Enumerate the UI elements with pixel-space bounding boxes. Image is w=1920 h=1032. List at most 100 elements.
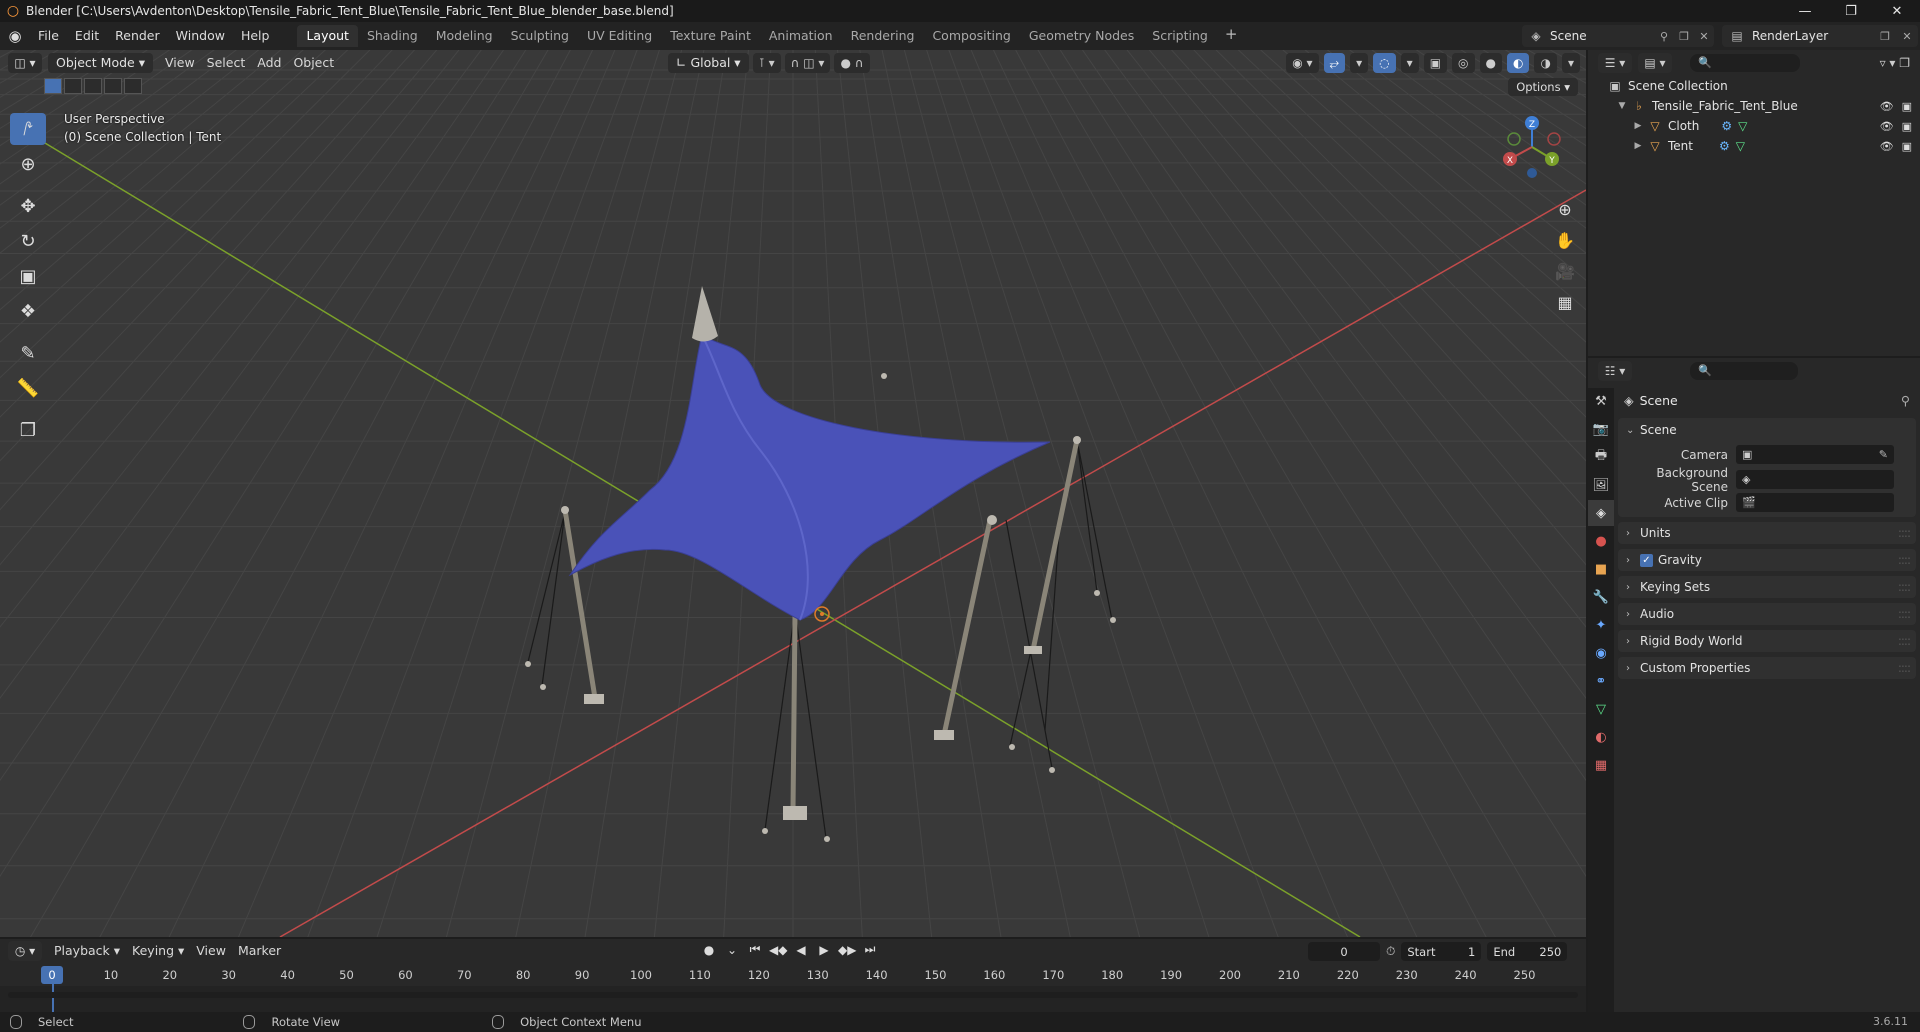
solid-shading-icon[interactable]: ● (1479, 53, 1502, 73)
mesh-data-icon[interactable]: ▽ (1738, 119, 1747, 133)
editor-type-button[interactable]: ◫ ▾ (8, 53, 42, 73)
playhead-frame-label[interactable]: 0 (41, 966, 63, 984)
xray-icon[interactable]: ▣ (1423, 53, 1448, 73)
snap-icon[interactable]: ∩ ◫ ▾ (784, 53, 831, 73)
gizmo-neg-y-icon[interactable] (1507, 132, 1521, 146)
jump-end-icon[interactable]: ⏭ (861, 942, 879, 957)
output-tab-icon[interactable]: 🖶 (1588, 444, 1614, 470)
play-icon[interactable]: ▶ (815, 943, 833, 957)
select-extend-mode-icon[interactable] (64, 78, 82, 94)
tab-modeling[interactable]: Modeling (427, 25, 502, 47)
navigation-gizmo[interactable]: Z X Y (1500, 115, 1564, 179)
audio-panel[interactable]: › Audio:::: (1618, 603, 1916, 625)
tab-scripting[interactable]: Scripting (1143, 25, 1217, 47)
close-button[interactable]: ✕ (1874, 0, 1920, 22)
object-tab-icon[interactable]: ■ (1588, 556, 1614, 582)
gravity-panel[interactable]: › ✓ Gravity:::: (1618, 549, 1916, 571)
pin-icon[interactable]: ⚲ (1901, 393, 1910, 408)
select-box-tool-icon[interactable]: ⭚ (10, 113, 46, 145)
particles-tab-icon[interactable]: ✦ (1588, 612, 1614, 638)
select-invert-mode-icon[interactable] (104, 78, 122, 94)
timeline-menu-keying[interactable]: Keying ▾ (126, 941, 190, 961)
rigid-body-world-panel[interactable]: › Rigid Body World:::: (1618, 630, 1916, 652)
camera-render-icon[interactable]: ▣ (1902, 120, 1912, 133)
wrench-icon[interactable]: ⚙ (1719, 139, 1730, 153)
cursor-tool-icon[interactable]: ⊕ (10, 148, 46, 180)
background-scene-field[interactable]: ◈ (1736, 470, 1894, 489)
gizmo-toggle-icon[interactable]: ⥂ (1323, 53, 1346, 73)
world-tab-icon[interactable]: ● (1588, 528, 1614, 554)
current-frame-field[interactable]: 0 (1308, 942, 1380, 961)
viewport-scene[interactable] (0, 50, 1586, 937)
material-tab-icon[interactable]: ◐ (1588, 724, 1614, 750)
gravity-checkbox[interactable]: ✓ (1640, 553, 1653, 567)
tab-layout[interactable]: Layout (297, 25, 358, 47)
timeline-menu-marker[interactable]: Marker (232, 941, 287, 961)
texture-tab-icon[interactable]: ▦ (1588, 752, 1614, 778)
display-mode-icon[interactable]: ▤ ▾ (1638, 53, 1672, 73)
eyedropper-icon[interactable]: ✎ (1879, 448, 1888, 461)
data-tab-icon[interactable]: ▽ (1588, 696, 1614, 722)
playhead[interactable] (52, 984, 54, 1012)
pin-icon[interactable]: ⚲ (1654, 30, 1674, 43)
drag-handle-icon[interactable]: :::: (1898, 580, 1911, 594)
tab-texture-paint[interactable]: Texture Paint (661, 25, 760, 47)
render-layer-name[interactable]: RenderLayer (1752, 29, 1874, 43)
modifiers-tab-icon[interactable]: 🔧 (1588, 584, 1614, 610)
outliner-item-tent[interactable]: ▶ ▽ Tent ⚙ ▽ 👁 ▣ (1588, 136, 1920, 156)
wireframe-shading-icon[interactable]: ◎ (1452, 53, 1475, 73)
outliner-search-input[interactable]: 🔍 (1690, 54, 1800, 72)
clock-icon[interactable]: ⏱ (1386, 944, 1395, 959)
options-button[interactable]: Options ▾ (1508, 78, 1578, 96)
gizmo-neg-z-icon[interactable] (1527, 168, 1537, 178)
outliner-item-collection[interactable]: ▼ ♭ Tensile_Fabric_Tent_Blue 👁 ▣ (1588, 96, 1920, 116)
pivot-icon[interactable]: ⊺ ▾ (752, 53, 781, 73)
next-keyframe-icon[interactable]: ◆▶ (838, 943, 856, 957)
jump-start-icon[interactable]: ⏮ (746, 942, 764, 957)
scene-panel-header[interactable]: ⌄ Scene (1618, 418, 1916, 442)
properties-editor-type-icon[interactable]: ☷ ▾ (1598, 361, 1632, 381)
pan-hand-icon[interactable]: ✋ (1551, 226, 1579, 254)
transform-tool-icon[interactable]: ❖ (10, 295, 46, 327)
outliner-editor-type-icon[interactable]: ☰ ▾ (1598, 53, 1632, 73)
eye-icon[interactable]: 👁 (1880, 140, 1894, 153)
viewport-menu-select[interactable]: Select (201, 53, 252, 73)
scene-selector[interactable]: ◈ Scene ⚲ ❐ ✕ (1522, 25, 1714, 47)
overlays-icon[interactable]: ◌ (1373, 53, 1396, 73)
tab-geometry-nodes[interactable]: Geometry Nodes (1020, 25, 1143, 47)
scene-tab-icon[interactable]: ◈ (1588, 500, 1614, 526)
annotate-tool-icon[interactable]: ✎ (10, 337, 46, 369)
prev-keyframe-icon[interactable]: ◀◆ (769, 943, 787, 957)
drag-handle-icon[interactable]: :::: (1898, 553, 1911, 567)
scene-name[interactable]: Scene (1550, 29, 1654, 43)
drag-handle-icon[interactable]: :::: (1898, 607, 1911, 621)
camera-field[interactable]: ▣ ✎ (1736, 445, 1894, 464)
visibility-icon[interactable]: ◉ ▾ (1286, 53, 1319, 73)
auto-key-record-icon[interactable]: ● (700, 943, 718, 957)
move-tool-icon[interactable]: ✥ (10, 190, 46, 222)
drag-handle-icon[interactable]: :::: (1898, 526, 1911, 540)
maximize-button[interactable]: ❐ (1828, 0, 1874, 22)
timeline-area[interactable] (0, 986, 1586, 1012)
eye-icon[interactable]: 👁 (1880, 120, 1894, 133)
rotate-tool-icon[interactable]: ↻ (10, 225, 46, 257)
end-frame-field[interactable]: End 250 (1487, 942, 1568, 961)
orientation-dropdown[interactable]: ∟ Global ▾ (668, 53, 749, 73)
tab-animation[interactable]: Animation (760, 25, 842, 47)
expand-arrow-icon[interactable]: ▶ (1630, 141, 1646, 151)
custom-properties-panel[interactable]: › Custom Properties:::: (1618, 657, 1916, 679)
timeline-editor-type-icon[interactable]: ◷ ▾ (8, 941, 42, 961)
timeline-menu-view[interactable]: View (190, 941, 232, 961)
overlays-menu-icon[interactable]: ▾ (1400, 53, 1419, 73)
wrench-icon[interactable]: ⚙ (1721, 119, 1732, 133)
camera-render-icon[interactable]: ▣ (1902, 140, 1912, 153)
expand-arrow-icon[interactable]: ▼ (1614, 101, 1630, 111)
mesh-data-icon[interactable]: ▽ (1736, 139, 1745, 153)
frame-ruler[interactable]: 10 20 30 40 50 60 70 80 90 100 110 120 130 140 150 160 1… (0, 965, 1586, 985)
units-panel[interactable]: › Units:::: (1618, 522, 1916, 544)
shading-menu-icon[interactable]: ▾ (1561, 53, 1580, 73)
physics-tab-icon[interactable]: ◉ (1588, 640, 1614, 666)
scale-tool-icon[interactable]: ▣ (10, 260, 46, 292)
play-reverse-icon[interactable]: ◀ (792, 943, 810, 957)
gizmo-neg-x-icon[interactable] (1547, 132, 1561, 146)
